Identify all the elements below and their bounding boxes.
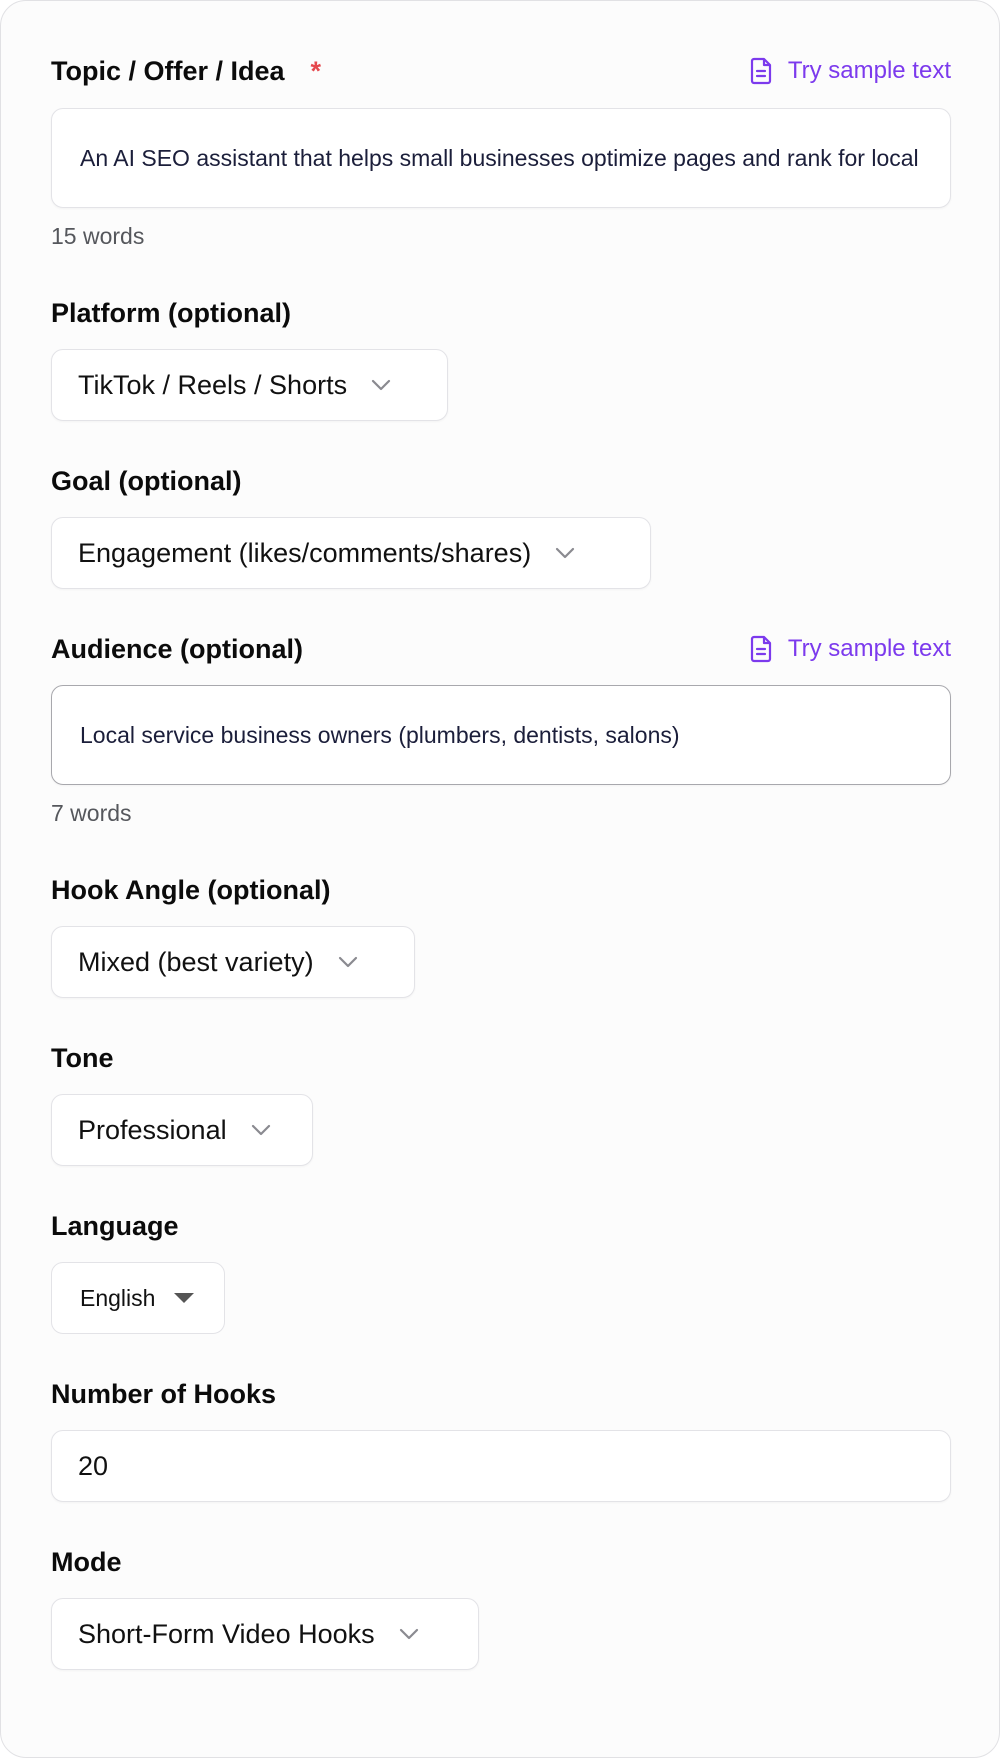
audience-try-sample-link[interactable]: Try sample text xyxy=(750,635,951,663)
chevron-down-icon xyxy=(371,379,391,391)
goal-select-value: Engagement (likes/comments/shares) xyxy=(78,537,532,568)
required-indicator: * xyxy=(310,55,322,86)
platform-label-row: Platform (optional) xyxy=(51,295,951,331)
hook-angle-select-value: Mixed (best variety) xyxy=(78,946,314,977)
document-icon xyxy=(750,635,771,663)
chevron-down-icon xyxy=(251,1124,271,1136)
hook-generator-form: Topic / Offer / Idea * Try sample text A… xyxy=(0,0,1000,1758)
hook-angle-label: Hook Angle (optional) xyxy=(51,874,331,905)
audience-label-row: Audience (optional) Try sample text xyxy=(51,631,951,667)
tone-select[interactable]: Professional xyxy=(51,1094,313,1166)
language-label: Language xyxy=(51,1210,179,1241)
language-label-row: Language xyxy=(51,1208,951,1244)
topic-label-row: Topic / Offer / Idea * Try sample text xyxy=(51,53,951,89)
platform-select-value: TikTok / Reels / Shorts xyxy=(78,369,348,400)
mode-select-value: Short-Form Video Hooks xyxy=(78,1618,375,1649)
mode-label: Mode xyxy=(51,1546,122,1577)
platform-label: Platform (optional) xyxy=(51,297,291,328)
tone-label: Tone xyxy=(51,1042,114,1073)
topic-word-count: 15 words xyxy=(51,223,145,249)
audience-input-value: Local service business owners (plumbers,… xyxy=(80,721,680,748)
document-icon xyxy=(750,57,771,85)
topic-label: Topic / Offer / Idea * xyxy=(51,56,321,87)
language-select-value: English xyxy=(80,1284,156,1311)
chevron-down-icon xyxy=(338,956,358,968)
number-of-hooks-input[interactable]: 20 xyxy=(51,1430,951,1502)
audience-label: Audience (optional) xyxy=(51,633,303,664)
tone-label-row: Tone xyxy=(51,1040,951,1076)
platform-select[interactable]: TikTok / Reels / Shorts xyxy=(51,349,448,421)
audience-input[interactable]: Local service business owners (plumbers,… xyxy=(51,685,951,785)
topic-label-text: Topic / Offer / Idea xyxy=(51,55,285,86)
number-of-hooks-label: Number of Hooks xyxy=(51,1378,277,1409)
mode-label-row: Mode xyxy=(51,1544,951,1580)
caret-down-icon xyxy=(173,1292,195,1304)
tone-select-value: Professional xyxy=(78,1114,227,1145)
topic-try-sample-label: Try sample text xyxy=(787,57,951,84)
audience-try-sample-label: Try sample text xyxy=(787,635,951,662)
number-of-hooks-value: 20 xyxy=(78,1450,109,1481)
chevron-down-icon xyxy=(399,1628,419,1640)
language-select[interactable]: English xyxy=(51,1262,225,1334)
goal-label: Goal (optional) xyxy=(51,465,242,496)
topic-input-value: An AI SEO assistant that helps small bus… xyxy=(80,144,922,171)
number-of-hooks-label-row: Number of Hooks xyxy=(51,1376,951,1412)
goal-select[interactable]: Engagement (likes/comments/shares) xyxy=(51,517,651,589)
topic-input[interactable]: An AI SEO assistant that helps small bus… xyxy=(51,108,951,208)
audience-word-count: 7 words xyxy=(51,800,132,826)
topic-try-sample-link[interactable]: Try sample text xyxy=(750,57,951,85)
hook-angle-select[interactable]: Mixed (best variety) xyxy=(51,926,415,998)
mode-select[interactable]: Short-Form Video Hooks xyxy=(51,1598,479,1670)
chevron-down-icon xyxy=(555,547,575,559)
goal-label-row: Goal (optional) xyxy=(51,463,951,499)
hook-angle-label-row: Hook Angle (optional) xyxy=(51,872,951,908)
